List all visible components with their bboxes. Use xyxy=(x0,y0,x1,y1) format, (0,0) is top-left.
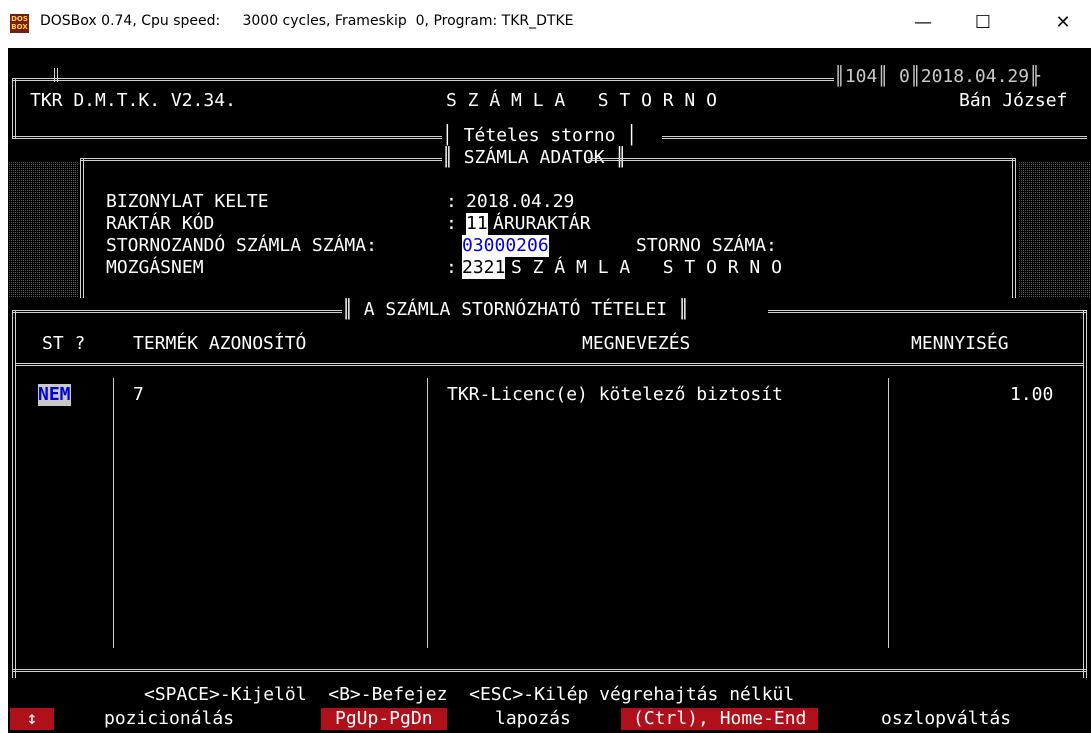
movement-name: S Z Á M L A S T O R N O xyxy=(511,257,782,278)
dosbox-app-icon[interactable]: DOS BOX xyxy=(10,14,29,33)
dos-screen[interactable]: ║104║ 0║2018.04.29╟ TKR D.M.T.K. V2.34. … xyxy=(8,48,1091,733)
table-title-box: ║ A SZÁMLA STORNÓZHATÓ TÉTELEI ║ xyxy=(342,299,689,320)
table-top-right xyxy=(768,310,1087,313)
header-bottom-right xyxy=(662,136,1087,139)
col-divider-2 xyxy=(427,378,428,648)
table-top-left xyxy=(12,310,342,313)
maximize-button[interactable]: ☐ xyxy=(960,0,1006,48)
row-product-name: TKR-Licenc(e) kötelező biztosít xyxy=(447,384,783,405)
warehouse-code-field[interactable]: 11 xyxy=(466,213,488,235)
storno-number-label: STORNO SZÁMA: xyxy=(636,235,777,256)
doc-date-label: BIZONYLAT KELTE xyxy=(106,191,269,212)
pgup-pgdn-key: PgUp-PgDn xyxy=(321,708,447,730)
pgup-pgdn-desc: lapozás xyxy=(495,708,571,729)
items-table-title: A SZÁMLA STORNÓZHATÓ TÉTELEI xyxy=(363,299,668,320)
screen-subtitle: Tételes storno xyxy=(463,125,616,146)
table-bottom-line xyxy=(12,669,1087,672)
invoice-number-field[interactable]: 03000206 xyxy=(462,235,549,257)
ctrl-home-end-desc: oszlopváltás xyxy=(881,708,1012,729)
key-help-line-1: <SPACE>-Kijelöl <B>-Befejez <ESC>-Kilép … xyxy=(144,684,795,705)
col-header-name: MEGNEVEZÉS xyxy=(582,333,691,354)
warehouse-name: ÁRURAKTÁR xyxy=(493,213,591,234)
table-header-divider xyxy=(16,363,1083,366)
doc-date-value: 2018.04.29 xyxy=(466,191,575,212)
counter-1: 104 xyxy=(844,66,878,87)
subtitle-box: │ Tételes storno │ xyxy=(442,125,638,146)
row-product-id: 7 xyxy=(133,384,144,405)
key-help-bar: <SPACE>-Kijelöl <B>-Befejez <ESC>-Kilép … xyxy=(8,684,1091,733)
counter-2: 0 xyxy=(899,66,910,87)
header-bottom-left xyxy=(12,136,442,139)
table-right-edge xyxy=(1083,310,1087,678)
close-button[interactable]: ✕ xyxy=(1040,0,1086,48)
panel-top-right xyxy=(588,158,1016,161)
row-st-toggle[interactable]: NEM xyxy=(38,384,71,406)
panel-top-left xyxy=(80,158,442,161)
col-divider-3 xyxy=(888,378,889,648)
minimize-button[interactable]: — xyxy=(900,0,946,48)
header-date: 2018.04.29 xyxy=(920,66,1030,87)
arrow-key-badge: ↕ xyxy=(10,708,54,730)
row-quantity: 1.00 xyxy=(1010,384,1054,405)
warehouse-label: RAKTÁR KÓD xyxy=(106,213,215,234)
header-status-line: ║104║ 0║2018.04.29╟ xyxy=(834,66,1040,87)
header-frame-left xyxy=(12,78,16,138)
panel-left-edge xyxy=(80,158,84,298)
window-title: DOSBox 0.74, Cpu speed: 3000 cycles, Fra… xyxy=(40,13,574,29)
app-name: TKR D.M.T.K. V2.34. xyxy=(30,90,236,111)
col-divider-1 xyxy=(113,378,114,648)
movement-label: MOZGÁSNEM xyxy=(106,257,204,278)
window-titlebar: DOS BOX DOSBox 0.74, Cpu speed: 3000 cyc… xyxy=(0,0,1091,48)
screen-title: S Z Á M L A S T O R N O xyxy=(446,90,717,111)
colon-2: : xyxy=(446,213,457,234)
user-name: Bán József xyxy=(959,90,1068,111)
panel-right-edge xyxy=(1012,158,1016,298)
ctrl-home-end-key: (Ctrl), Home-End xyxy=(621,708,819,730)
col-header-st: ST ? xyxy=(42,333,86,354)
col-header-qty: MENNYISÉG xyxy=(911,333,1009,354)
movement-code-field[interactable]: 2321 xyxy=(462,257,506,279)
invoice-number-label: STORNOZANDÓ SZÁMLA SZÁMA: xyxy=(106,235,377,256)
shade-right xyxy=(1018,161,1091,298)
arrow-key-desc: pozicionálás xyxy=(104,708,235,729)
header-frame-tick xyxy=(54,68,58,82)
colon-3: : xyxy=(446,257,457,278)
invoice-panel-title: SZÁMLA ADATOK xyxy=(463,147,605,168)
col-header-product-id: TERMÉK AZONOSÍTÓ xyxy=(133,333,307,354)
shade-left xyxy=(8,161,78,298)
header-frame-line xyxy=(12,78,834,81)
colon-1: : xyxy=(446,191,457,212)
